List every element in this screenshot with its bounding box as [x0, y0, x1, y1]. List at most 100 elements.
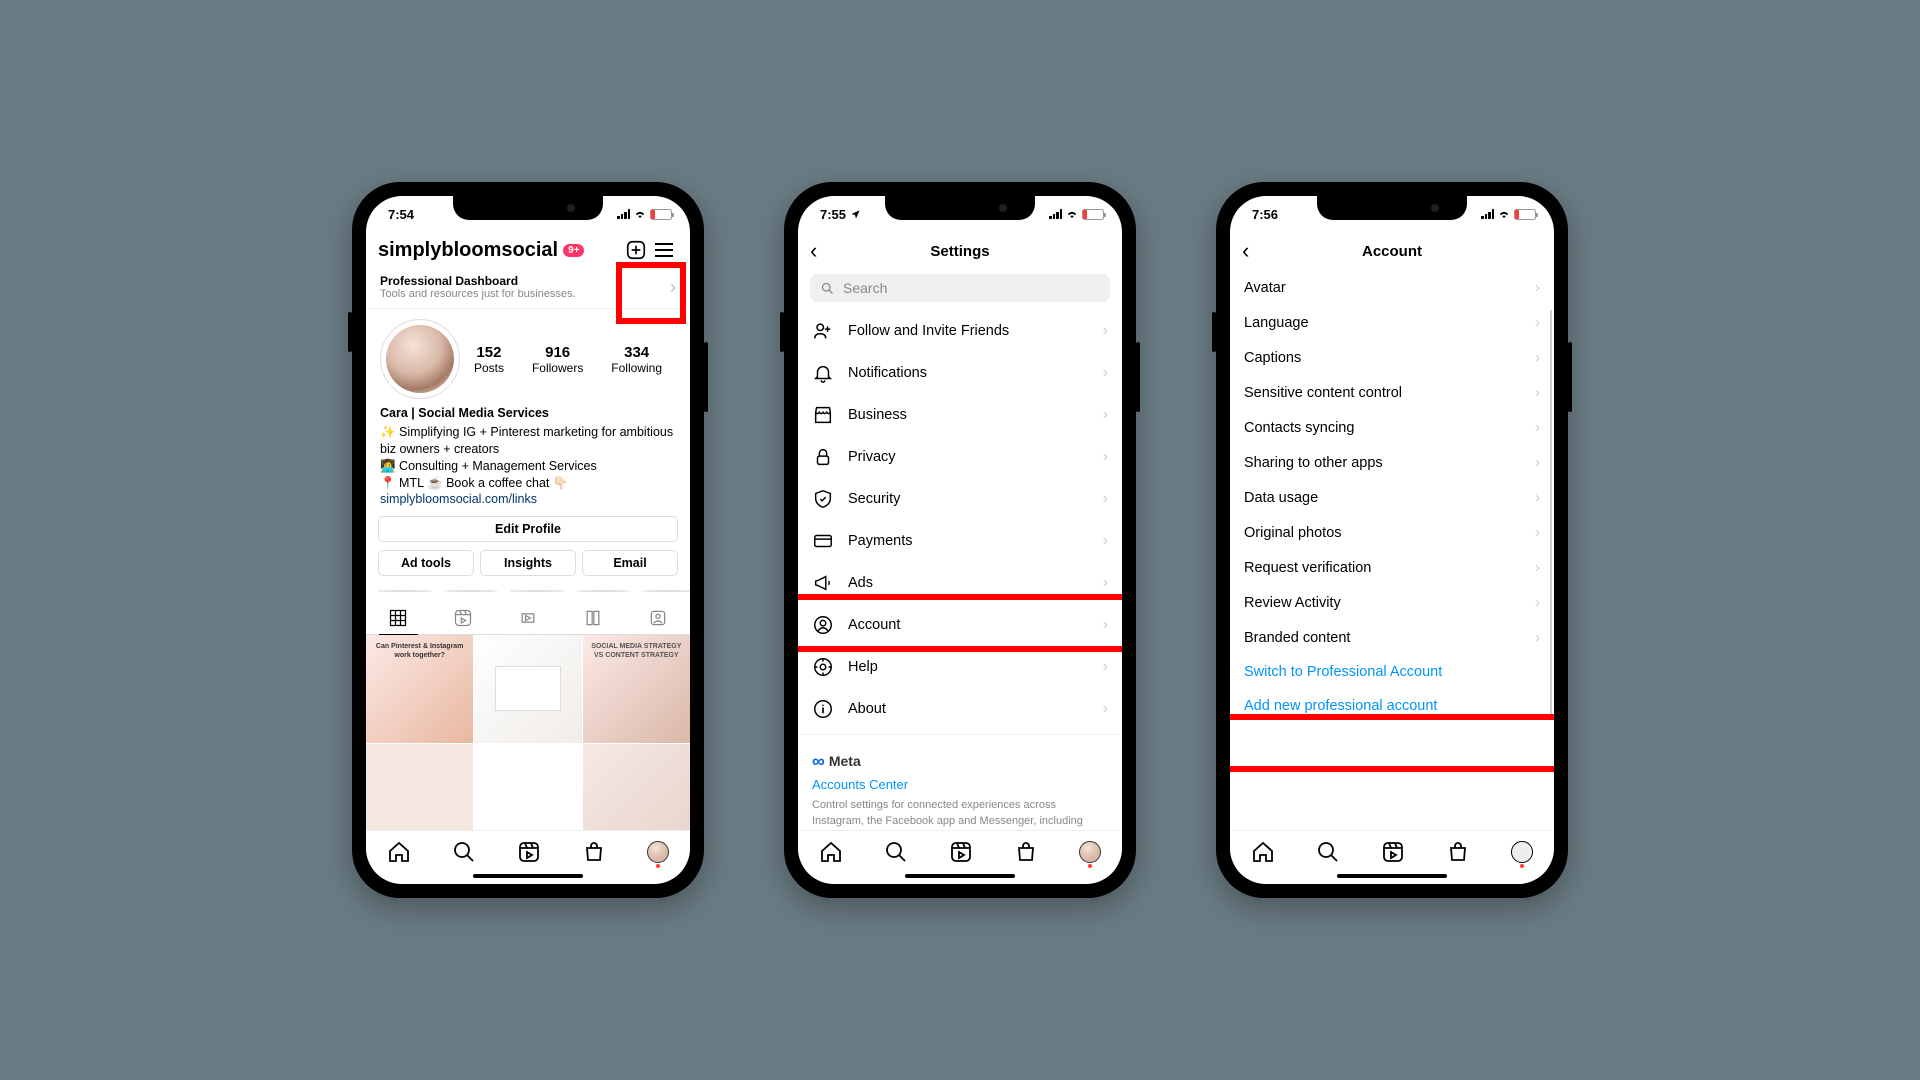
battery-icon: [1082, 209, 1104, 220]
account-item-datausage[interactable]: Data usage›: [1230, 480, 1554, 515]
settings-item-notifications[interactable]: Notifications ›: [798, 352, 1122, 394]
chevron-right-icon: ›: [1535, 314, 1540, 331]
settings-item-security[interactable]: Security ›: [798, 478, 1122, 520]
nav-profile-icon[interactable]: [1511, 841, 1533, 863]
account-item-reviewactivity[interactable]: Review Activity›: [1230, 585, 1554, 620]
settings-item-privacy[interactable]: Privacy ›: [798, 436, 1122, 478]
status-time: 7:54: [388, 207, 414, 222]
post-thumb[interactable]: [583, 744, 690, 830]
notch: [453, 196, 603, 220]
nav-reels-icon[interactable]: [517, 840, 541, 864]
bio-link[interactable]: simplybloomsocial.com/links: [380, 491, 676, 508]
settings-item-ads[interactable]: Ads ›: [798, 562, 1122, 604]
story-highlights: FAQ About IG Resources Service: [366, 580, 690, 594]
profile-username[interactable]: simplybloomsocial: [378, 239, 558, 262]
hamburger-menu-button[interactable]: [650, 236, 678, 264]
account-item-branded[interactable]: Branded content›: [1230, 620, 1554, 655]
account-item-sharing[interactable]: Sharing to other apps›: [1230, 445, 1554, 480]
chevron-right-icon: ›: [1535, 559, 1540, 576]
account-item-language[interactable]: Language›: [1230, 305, 1554, 340]
home-indicator[interactable]: [473, 874, 583, 878]
nav-reels-icon[interactable]: [1381, 840, 1405, 864]
chevron-right-icon: ›: [670, 277, 676, 298]
post-thumb[interactable]: [474, 744, 581, 830]
phone-profile: 7:54 simplybloomsocial 9+: [352, 182, 704, 898]
insights-button[interactable]: Insights: [480, 550, 576, 576]
switch-professional-link[interactable]: Switch to Professional Account: [1230, 655, 1554, 689]
cellular-icon: [617, 209, 630, 219]
megaphone-icon: [812, 572, 834, 594]
profile-avatar[interactable]: [380, 319, 460, 399]
chevron-right-icon: ›: [1535, 384, 1540, 401]
account-item-sensitive[interactable]: Sensitive content control›: [1230, 375, 1554, 410]
settings-item-about[interactable]: About ›: [798, 688, 1122, 730]
chevron-right-icon: ›: [1103, 658, 1108, 676]
tab-guides[interactable]: [560, 602, 625, 634]
home-indicator[interactable]: [905, 874, 1015, 878]
chevron-right-icon: ›: [1103, 700, 1108, 718]
chevron-right-icon: ›: [1535, 279, 1540, 296]
account-item-captions[interactable]: Captions›: [1230, 340, 1554, 375]
post-thumb[interactable]: SOCIAL MEDIA STRATEGY VS CONTENT STRATEG…: [583, 635, 690, 742]
search-input[interactable]: Search: [810, 274, 1110, 302]
tab-grid[interactable]: [366, 602, 431, 634]
help-icon: [812, 656, 834, 678]
tab-reels[interactable]: [431, 602, 496, 634]
nav-shop-icon[interactable]: [582, 840, 606, 864]
nav-home-icon[interactable]: [1251, 840, 1275, 864]
nav-shop-icon[interactable]: [1446, 840, 1470, 864]
nav-search-icon[interactable]: [884, 840, 908, 864]
nav-shop-icon[interactable]: [1014, 840, 1038, 864]
page-title: Settings: [930, 243, 989, 260]
stat-followers[interactable]: 916 Followers: [532, 344, 583, 375]
nav-search-icon[interactable]: [452, 840, 476, 864]
nav-profile-icon[interactable]: [1079, 841, 1101, 863]
professional-dashboard-row[interactable]: Professional Dashboard Tools and resourc…: [366, 270, 690, 309]
account-item-contacts[interactable]: Contacts syncing›: [1230, 410, 1554, 445]
settings-item-payments[interactable]: Payments ›: [798, 520, 1122, 562]
chevron-right-icon: ›: [1535, 454, 1540, 471]
back-button[interactable]: ‹: [1242, 238, 1249, 264]
battery-icon: [650, 209, 672, 220]
lock-icon: [812, 446, 834, 468]
post-thumb[interactable]: Can Pinterest & Instagram work together?: [366, 635, 473, 742]
nav-home-icon[interactable]: [387, 840, 411, 864]
create-post-button[interactable]: [622, 236, 650, 264]
chevron-right-icon: ›: [1103, 364, 1108, 382]
settings-item-follow-invite[interactable]: Follow and Invite Friends ›: [798, 310, 1122, 352]
account-item-avatar[interactable]: Avatar›: [1230, 270, 1554, 305]
settings-item-business[interactable]: Business ›: [798, 394, 1122, 436]
chevron-right-icon: ›: [1103, 406, 1108, 424]
post-grid: Can Pinterest & Instagram work together?…: [366, 635, 690, 830]
account-item-verification[interactable]: Request verification›: [1230, 550, 1554, 585]
post-thumb[interactable]: [474, 635, 581, 742]
chevron-right-icon: ›: [1535, 524, 1540, 541]
edit-profile-button[interactable]: Edit Profile: [378, 516, 678, 542]
scrollbar[interactable]: [1550, 310, 1552, 720]
account-item-originalphotos[interactable]: Original photos›: [1230, 515, 1554, 550]
settings-item-account[interactable]: Account ›: [798, 604, 1122, 646]
back-button[interactable]: ‹: [810, 238, 817, 264]
chevron-right-icon: ›: [1535, 419, 1540, 436]
ad-tools-button[interactable]: Ad tools: [378, 550, 474, 576]
post-thumb[interactable]: [366, 744, 473, 830]
add-professional-link[interactable]: Add new professional account: [1230, 689, 1554, 723]
nav-search-icon[interactable]: [1316, 840, 1340, 864]
stat-following[interactable]: 334 Following: [611, 344, 662, 375]
accounts-center-link[interactable]: Accounts Center: [812, 776, 1108, 794]
wifi-icon: [1065, 209, 1079, 219]
location-icon: [850, 209, 861, 220]
email-button[interactable]: Email: [582, 550, 678, 576]
stat-posts[interactable]: 152 Posts: [474, 344, 504, 375]
nav-reels-icon[interactable]: [949, 840, 973, 864]
tab-tagged[interactable]: [625, 602, 690, 634]
nav-profile-icon[interactable]: [647, 841, 669, 863]
meta-logo-icon: ∞: [812, 749, 825, 774]
tab-video[interactable]: [496, 602, 561, 634]
settings-item-help[interactable]: Help ›: [798, 646, 1122, 688]
nav-home-icon[interactable]: [819, 840, 843, 864]
home-indicator[interactable]: [1337, 874, 1447, 878]
accounts-center-block[interactable]: ∞Meta Accounts Center Control settings f…: [798, 739, 1122, 830]
status-time: 7:55: [820, 207, 846, 222]
phone-settings: 7:55 ‹ Settings Search F: [784, 182, 1136, 898]
